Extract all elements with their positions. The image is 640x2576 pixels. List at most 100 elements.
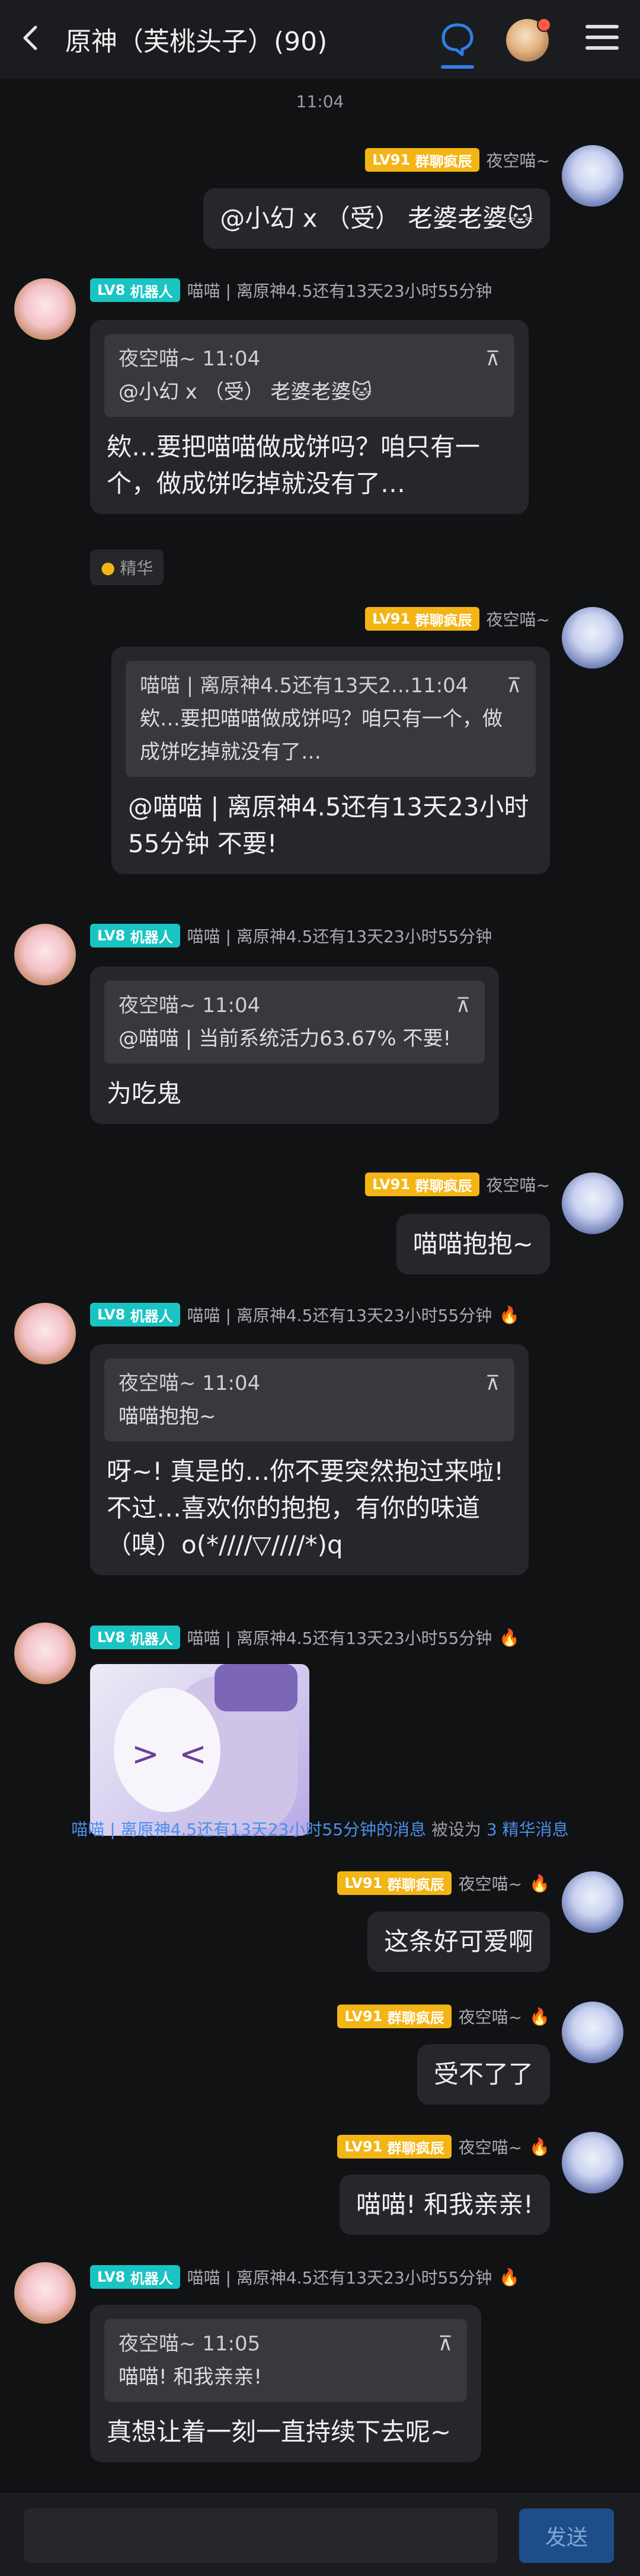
- quote-author: 喵喵 | 离原神4.5还有13天2...11:04: [140, 674, 469, 698]
- level-badge: LV8 机器人: [90, 1626, 180, 1649]
- message-bubble[interactable]: 这条好可爱啊: [367, 1912, 550, 1972]
- message-meta: LV91 群聊疯辰 夜空喵~ 🔥: [337, 1871, 550, 1895]
- sender-avatar[interactable]: [562, 607, 623, 669]
- bot-avatar[interactable]: [14, 1303, 76, 1364]
- active-tab-indicator: [441, 65, 474, 69]
- fire-icon: 🔥: [529, 2006, 550, 2026]
- back-button[interactable]: [14, 21, 47, 54]
- message-bubble[interactable]: 夜空喵~ 11:04 ⊼ @喵喵 | 当前系统活力63.67% 不要! 为吃鬼: [90, 966, 499, 1124]
- quote-text: @小幻 x （受） 老婆老婆🐱: [119, 380, 372, 404]
- message-bubble[interactable]: 受不了了: [417, 2044, 550, 2105]
- message-meta: LV91 群聊疯辰 夜空喵~: [365, 1173, 550, 1196]
- message-input[interactable]: [24, 2508, 498, 2563]
- quoted-message[interactable]: 夜空喵~ 11:04 ⊼ @喵喵 | 当前系统活力63.67% 不要!: [104, 981, 485, 1064]
- sender-avatar[interactable]: [562, 2002, 623, 2063]
- quote-text: 喵喵! 和我亲亲!: [119, 2365, 263, 2389]
- bot-avatar[interactable]: [14, 1623, 76, 1684]
- message-meta: LV91 群聊疯辰 夜空喵~: [365, 607, 550, 631]
- system-notice: 喵喵 | 离原神4.5还有13天23小时55分钟的消息 被设为 3 精华消息: [71, 1820, 569, 1839]
- bot-avatar[interactable]: [14, 278, 76, 340]
- message-text: 喵喵! 和我亲亲!: [356, 2190, 533, 2219]
- sender-nickname: 夜空喵~: [486, 610, 550, 629]
- message-text: 呀~! 真是的…你不要突然抱过来啦! 不过…喜欢你的抱抱，有你的味道（嗅）o(*…: [107, 1457, 512, 1559]
- message-meta: LV8 机器人 喵喵 | 离原神4.5还有13天23小时55分钟 🔥: [90, 1626, 520, 1649]
- quote-author: 夜空喵~ 11:04: [119, 994, 261, 1017]
- collapse-icon[interactable]: ⊼: [485, 1367, 500, 1400]
- sender-nickname: 喵喵 | 离原神4.5还有13天23小时55分钟: [187, 1306, 492, 1325]
- sender-nickname: 夜空喵~: [486, 1175, 550, 1195]
- message-bubble[interactable]: 夜空喵~ 11:04 ⊼ 喵喵抱抱~ 呀~! 真是的…你不要突然抱过来啦! 不过……: [90, 1344, 529, 1575]
- level-badge: LV91 群聊疯辰: [365, 607, 479, 631]
- collapse-icon[interactable]: ⊼: [485, 342, 500, 375]
- message-meta: LV8 机器人 喵喵 | 离原神4.5还有13天23小时55分钟: [90, 924, 492, 947]
- message-text: 欸…要把喵喵做成饼吗？咱只有一个，做成饼吃掉就没有了…: [107, 432, 481, 498]
- send-button[interactable]: 发送: [519, 2508, 614, 2563]
- sender-nickname: 夜空喵~: [458, 2138, 523, 2157]
- quote-text: 欸…要把喵喵做成饼吗？咱只有一个，做成饼吃掉就没有了…: [140, 707, 503, 764]
- level-badge: LV8 机器人: [90, 924, 180, 947]
- message-text: 这条好可爱啊: [383, 1927, 533, 1956]
- message-bubble[interactable]: 喵喵抱抱~: [396, 1214, 550, 1274]
- message-bubble[interactable]: @小幻 x （受） 老婆老婆🐱: [203, 188, 550, 249]
- fire-icon: 🔥: [529, 1873, 550, 1893]
- chat-bubble-icon: [441, 23, 473, 56]
- sender-nickname: 喵喵 | 离原神4.5还有13天23小时55分钟: [187, 927, 492, 946]
- chevron-left-icon: [23, 25, 37, 50]
- message-text: @喵喵 | 离原神4.5还有13天23小时55分钟 不要!: [128, 792, 529, 858]
- sender-avatar[interactable]: [562, 1871, 623, 1933]
- fire-icon: 🔥: [529, 2137, 550, 2157]
- message-text: 真想让着一刻一直持续下去呢~: [107, 2417, 452, 2446]
- fire-icon: 🔥: [499, 2267, 520, 2287]
- quoted-message[interactable]: 夜空喵~ 11:04 ⊼ @小幻 x （受） 老婆老婆🐱: [104, 334, 514, 417]
- drop-icon: ●: [101, 557, 116, 577]
- composer-bar: 发送: [0, 2493, 640, 2576]
- message-bubble[interactable]: 夜空喵~ 11:05 ⊼ 喵喵! 和我亲亲! 真想让着一刻一直持续下去呢~: [90, 2305, 481, 2462]
- sender-nickname: 夜空喵~: [486, 151, 550, 171]
- notice-highlight[interactable]: 3 精华消息: [487, 1820, 569, 1839]
- message-bubble[interactable]: 喵喵 | 离原神4.5还有13天2...11:04 ⊼ 欸…要把喵喵做成饼吗？咱只…: [111, 647, 550, 874]
- sender-nickname: 夜空喵~: [458, 2008, 523, 2027]
- quote-author: 夜空喵~ 11:04: [119, 1371, 261, 1395]
- level-badge: LV8 机器人: [90, 2265, 180, 2289]
- sender-avatar[interactable]: [562, 145, 623, 207]
- notice-link[interactable]: 喵喵 | 离原神4.5还有13天23小时55分钟的消息: [71, 1820, 426, 1839]
- bot-avatar[interactable]: [14, 2262, 76, 2324]
- hamburger-menu-icon[interactable]: [585, 25, 619, 54]
- bot-avatar[interactable]: [14, 924, 76, 985]
- message-bubble[interactable]: 夜空喵~ 11:04 ⊼ @小幻 x （受） 老婆老婆🐱 欸…要把喵喵做成饼吗？咱…: [90, 320, 529, 514]
- level-badge: LV8 机器人: [90, 1303, 180, 1326]
- sender-avatar[interactable]: [562, 2132, 623, 2193]
- quoted-message[interactable]: 夜空喵~ 11:05 ⊼ 喵喵! 和我亲亲!: [104, 2319, 467, 2402]
- collapse-icon[interactable]: ⊼: [456, 989, 471, 1022]
- sender-avatar[interactable]: [562, 1173, 623, 1234]
- timestamp-divider: 11:04: [296, 92, 344, 111]
- sender-nickname: 喵喵 | 离原神4.5还有13天23小时55分钟: [187, 281, 492, 301]
- fire-icon: 🔥: [499, 1305, 520, 1325]
- collapse-icon[interactable]: ⊼: [438, 2327, 453, 2360]
- collapse-icon[interactable]: ⊼: [507, 669, 521, 702]
- level-badge: LV91 群聊疯辰: [365, 1173, 479, 1196]
- notification-dot: [537, 18, 551, 32]
- level-badge: LV91 群聊疯辰: [365, 148, 479, 172]
- sticker-image[interactable]: > <: [90, 1664, 309, 1836]
- sender-nickname: 喵喵 | 离原神4.5还有13天23小时55分钟: [187, 1629, 492, 1648]
- message-meta: LV91 群聊疯辰 夜空喵~ 🔥: [337, 2005, 550, 2028]
- quoted-message[interactable]: 喵喵 | 离原神4.5还有13天2...11:04 ⊼ 欸…要把喵喵做成饼吗？咱只…: [126, 661, 536, 777]
- level-badge: LV8 机器人: [90, 278, 180, 302]
- level-badge: LV91 群聊疯辰: [337, 1871, 452, 1895]
- message-meta: LV91 群聊疯辰 夜空喵~: [365, 148, 550, 172]
- message-meta: LV8 机器人 喵喵 | 离原神4.5还有13天23小时55分钟: [90, 278, 492, 302]
- quoted-message[interactable]: 夜空喵~ 11:04 ⊼ 喵喵抱抱~: [104, 1358, 514, 1441]
- message-bubble[interactable]: 喵喵! 和我亲亲!: [339, 2174, 550, 2235]
- chat-header: 原神（芙桃头子）(90): [0, 0, 640, 78]
- chat-tab-button[interactable]: [439, 20, 476, 69]
- sender-nickname: 夜空喵~: [458, 1874, 523, 1894]
- level-badge: LV91 群聊疯辰: [337, 2005, 452, 2028]
- message-meta: LV8 机器人 喵喵 | 离原神4.5还有13天23小时55分钟 🔥: [90, 1303, 520, 1326]
- quote-text: 喵喵抱抱~: [119, 1405, 216, 1428]
- message-meta: LV91 群聊疯辰 夜空喵~ 🔥: [337, 2135, 550, 2159]
- user-avatar-button[interactable]: [506, 18, 551, 62]
- essence-badge[interactable]: ● 精华: [90, 550, 164, 585]
- level-badge: LV91 群聊疯辰: [337, 2135, 452, 2159]
- message-text: 受不了了: [433, 2060, 533, 2089]
